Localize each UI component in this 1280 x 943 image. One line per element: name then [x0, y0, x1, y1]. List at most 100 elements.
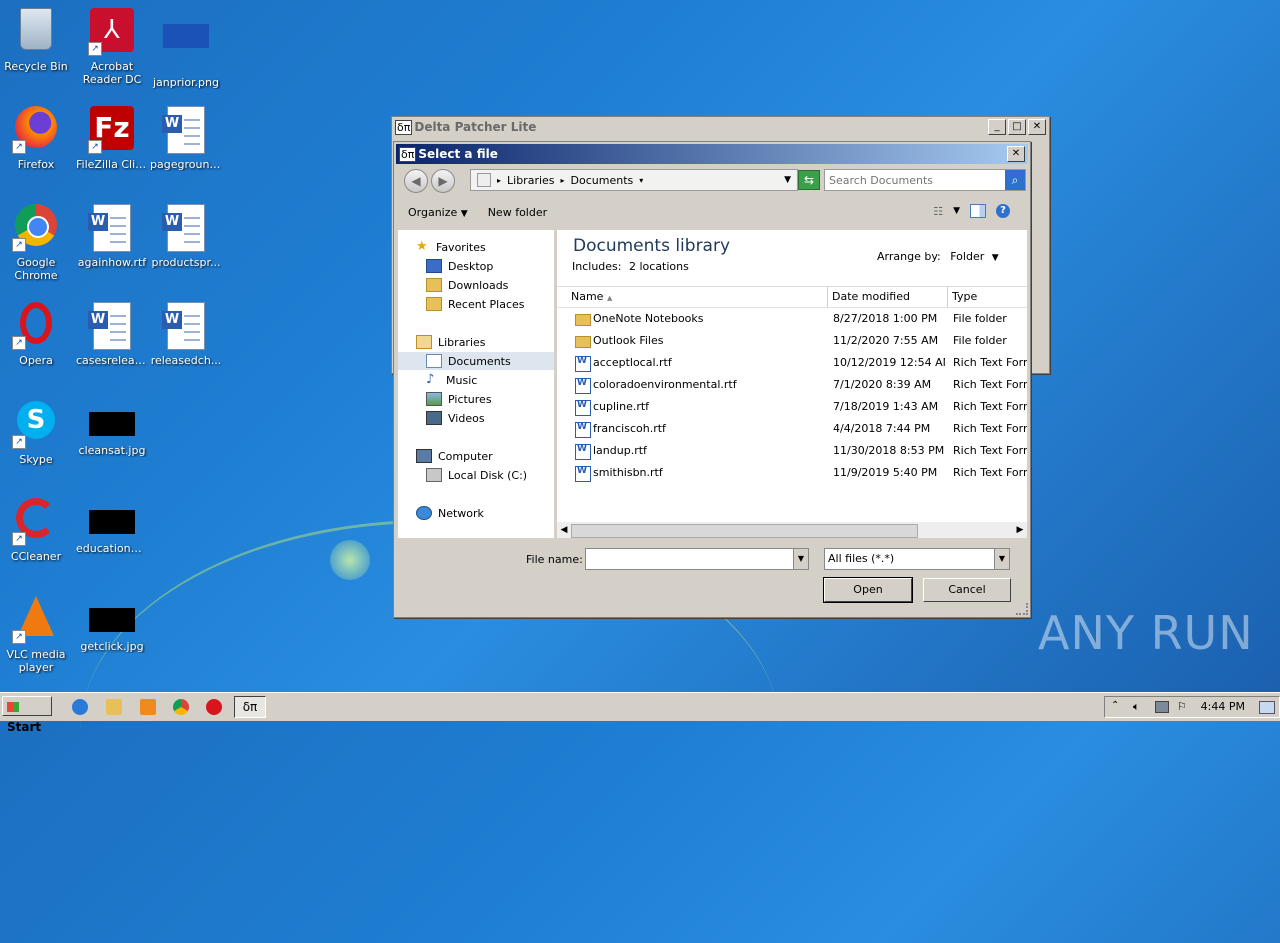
ccleaner-shortcut[interactable]: ↗ CCleaner — [0, 494, 72, 574]
nav-libraries[interactable]: Libraries — [416, 333, 486, 351]
scroll-right-icon[interactable]: ▶ — [1014, 524, 1026, 536]
chevron-right-icon[interactable]: ▸ — [561, 176, 565, 185]
janprior-file[interactable]: janprior.png — [150, 4, 222, 89]
preview-pane-icon[interactable] — [970, 204, 986, 218]
clock[interactable]: 4:44 PM — [1201, 700, 1245, 713]
file-type: Rich Text Forma — [953, 422, 1027, 435]
file-row[interactable]: coloradoenvironmental.rtf 7/1/2020 8:39 A… — [557, 374, 1027, 396]
nav-desktop[interactable]: Desktop — [426, 257, 493, 275]
network-tray-icon[interactable] — [1155, 701, 1169, 713]
view-options-icon[interactable]: ☷ — [933, 205, 943, 218]
computer-icon — [416, 449, 432, 463]
chevron-down-icon[interactable]: ▾ — [639, 176, 643, 185]
chevron-down-icon[interactable]: ▼ — [994, 549, 1009, 569]
organize-button[interactable]: Organize ▼ — [408, 206, 468, 219]
nav-downloads[interactable]: Downloads — [426, 276, 508, 294]
casesreleas-file[interactable]: W casesreleas... — [76, 298, 148, 378]
internet-explorer-icon[interactable] — [72, 699, 88, 715]
scroll-left-icon[interactable]: ◀ — [558, 524, 570, 536]
acrobat-shortcut[interactable]: ⅄ ↗ Acrobat Reader DC — [76, 4, 148, 86]
skype-shortcut[interactable]: S ↗ Skype — [0, 396, 72, 476]
file-row[interactable]: smithisbn.rtf 11/9/2019 5:40 PM Rich Text … — [557, 462, 1027, 484]
chevron-right-icon[interactable]: ▸ — [497, 176, 501, 185]
forward-arrow-icon[interactable]: ▶ — [431, 169, 455, 193]
column-divider[interactable] — [947, 287, 948, 307]
cancel-button[interactable]: Cancel — [923, 578, 1011, 602]
nav-music[interactable]: ♪ Music — [426, 371, 477, 389]
nav-local-disk[interactable]: Local Disk (C:) — [426, 466, 527, 484]
pageground-file[interactable]: W pageground... — [150, 102, 222, 182]
file-row[interactable]: OneNote Notebooks 8/27/2018 1:00 PM File f… — [557, 308, 1027, 330]
back-arrow-icon[interactable]: ◀ — [404, 169, 428, 193]
educational-file[interactable]: educational... — [76, 494, 148, 574]
speaker-icon[interactable]: 🔈︎ — [1133, 700, 1140, 714]
breadcrumb-libraries[interactable]: Libraries — [507, 174, 555, 187]
dialog-close-button[interactable]: ✕ — [1007, 146, 1025, 162]
window-titlebar[interactable]: δπ Delta Patcher Lite _ □ ✕ — [392, 117, 1049, 137]
maximize-button[interactable]: □ — [1008, 119, 1026, 135]
breadcrumb-documents[interactable]: Documents — [571, 174, 634, 187]
nav-documents[interactable]: Documents — [398, 352, 554, 370]
opera-taskbar-icon[interactable] — [206, 699, 222, 715]
includes-locations-link[interactable]: 2 locations — [629, 260, 689, 273]
start-button[interactable]: Start — [2, 696, 52, 734]
nav-network[interactable]: Network — [416, 504, 484, 522]
address-bar[interactable]: ▸ Libraries ▸ Documents ▾ ▼ — [470, 169, 798, 191]
cleansat-file[interactable]: cleansat.jpg — [76, 396, 148, 476]
help-icon[interactable]: ? — [996, 204, 1010, 218]
vlc-shortcut[interactable]: ↗ VLC media player — [0, 592, 72, 674]
releasedch-file[interactable]: W releasedch... — [150, 298, 222, 378]
search-icon[interactable]: ⌕ — [1005, 170, 1025, 190]
filezilla-shortcut[interactable]: Fz ↗ FileZilla Client — [76, 102, 148, 182]
action-center-flag-icon[interactable]: ⚐ — [1177, 700, 1187, 713]
getclick-file[interactable]: getclick.jpg — [76, 592, 148, 672]
dialog-titlebar[interactable]: δπ Select a file ✕ — [396, 144, 1028, 164]
scrollbar-thumb[interactable] — [571, 524, 918, 538]
column-date-modified[interactable]: Date modified — [832, 290, 910, 303]
show-desktop-icon[interactable] — [1259, 701, 1275, 714]
chrome-taskbar-icon[interactable] — [173, 699, 189, 715]
chevron-down-icon[interactable]: ▼ — [793, 549, 808, 569]
nav-favorites[interactable]: ★ Favorites — [416, 238, 486, 256]
search-box[interactable]: ⌕ — [824, 169, 1026, 191]
column-divider[interactable] — [827, 287, 828, 307]
address-dropdown-icon[interactable]: ▼ — [784, 175, 791, 185]
close-button[interactable]: ✕ — [1028, 119, 1046, 135]
opera-shortcut[interactable]: ↗ Opera — [0, 298, 72, 378]
file-name-field[interactable]: ▼ — [585, 548, 809, 570]
library-title: Documents library — [573, 236, 731, 256]
casesreleas-label: casesreleas... — [76, 354, 148, 367]
chevron-down-icon[interactable]: ▼ — [953, 206, 960, 216]
nav-computer[interactable]: Computer — [416, 447, 493, 465]
chrome-shortcut[interactable]: ↗ Google Chrome — [0, 200, 72, 282]
nav-recent-places[interactable]: Recent Places — [426, 295, 525, 313]
select-file-dialog[interactable]: δπ Select a file ✕ ◀ ▶ ▸ Libraries ▸ Doc… — [393, 141, 1031, 618]
column-type[interactable]: Type — [952, 290, 977, 303]
productspr-file[interactable]: W productspr... — [150, 200, 222, 280]
file-row[interactable]: landup.rtf 11/30/2018 8:53 PM Rich Text Fo… — [557, 440, 1027, 462]
againhow-file[interactable]: W againhow.rtf — [76, 200, 148, 280]
minimize-button[interactable]: _ — [988, 119, 1006, 135]
file-row[interactable]: acceptlocal.rtf 10/12/2019 12:54 AM Rich T… — [557, 352, 1027, 374]
file-type-select[interactable]: All files (*.*) ▼ — [824, 548, 1010, 570]
file-row[interactable]: Outlook Files 11/2/2020 7:55 AM File folde… — [557, 330, 1027, 352]
column-name[interactable]: Name ▲ — [571, 290, 612, 303]
chevron-down-icon[interactable]: ▼ — [992, 253, 999, 263]
media-player-icon[interactable] — [140, 699, 156, 715]
file-row[interactable]: franciscoh.rtf 4/4/2018 7:44 PM Rich Text … — [557, 418, 1027, 440]
arrange-dropdown[interactable]: Folder — [950, 250, 984, 263]
explorer-folder-icon[interactable] — [106, 699, 122, 715]
firefox-shortcut[interactable]: ↗ Firefox — [0, 102, 72, 182]
open-button[interactable]: Open — [823, 577, 913, 603]
show-hidden-icons-icon[interactable]: ⌃ — [1111, 700, 1119, 711]
nav-pictures[interactable]: Pictures — [426, 390, 492, 408]
delta-patcher-task[interactable]: δπ — [234, 696, 266, 718]
nav-videos[interactable]: Videos — [426, 409, 485, 427]
new-folder-button[interactable]: New folder — [488, 206, 547, 219]
resize-grip-icon[interactable] — [1016, 603, 1028, 615]
search-input[interactable] — [825, 170, 1003, 190]
recycle-bin-icon[interactable]: Recycle Bin — [0, 4, 72, 84]
file-row[interactable]: cupline.rtf 7/18/2019 1:43 AM Rich Text Fo… — [557, 396, 1027, 418]
refresh-icon[interactable]: ⇆ — [798, 170, 820, 190]
horizontal-scrollbar[interactable]: ◀ ▶ — [557, 522, 1027, 538]
